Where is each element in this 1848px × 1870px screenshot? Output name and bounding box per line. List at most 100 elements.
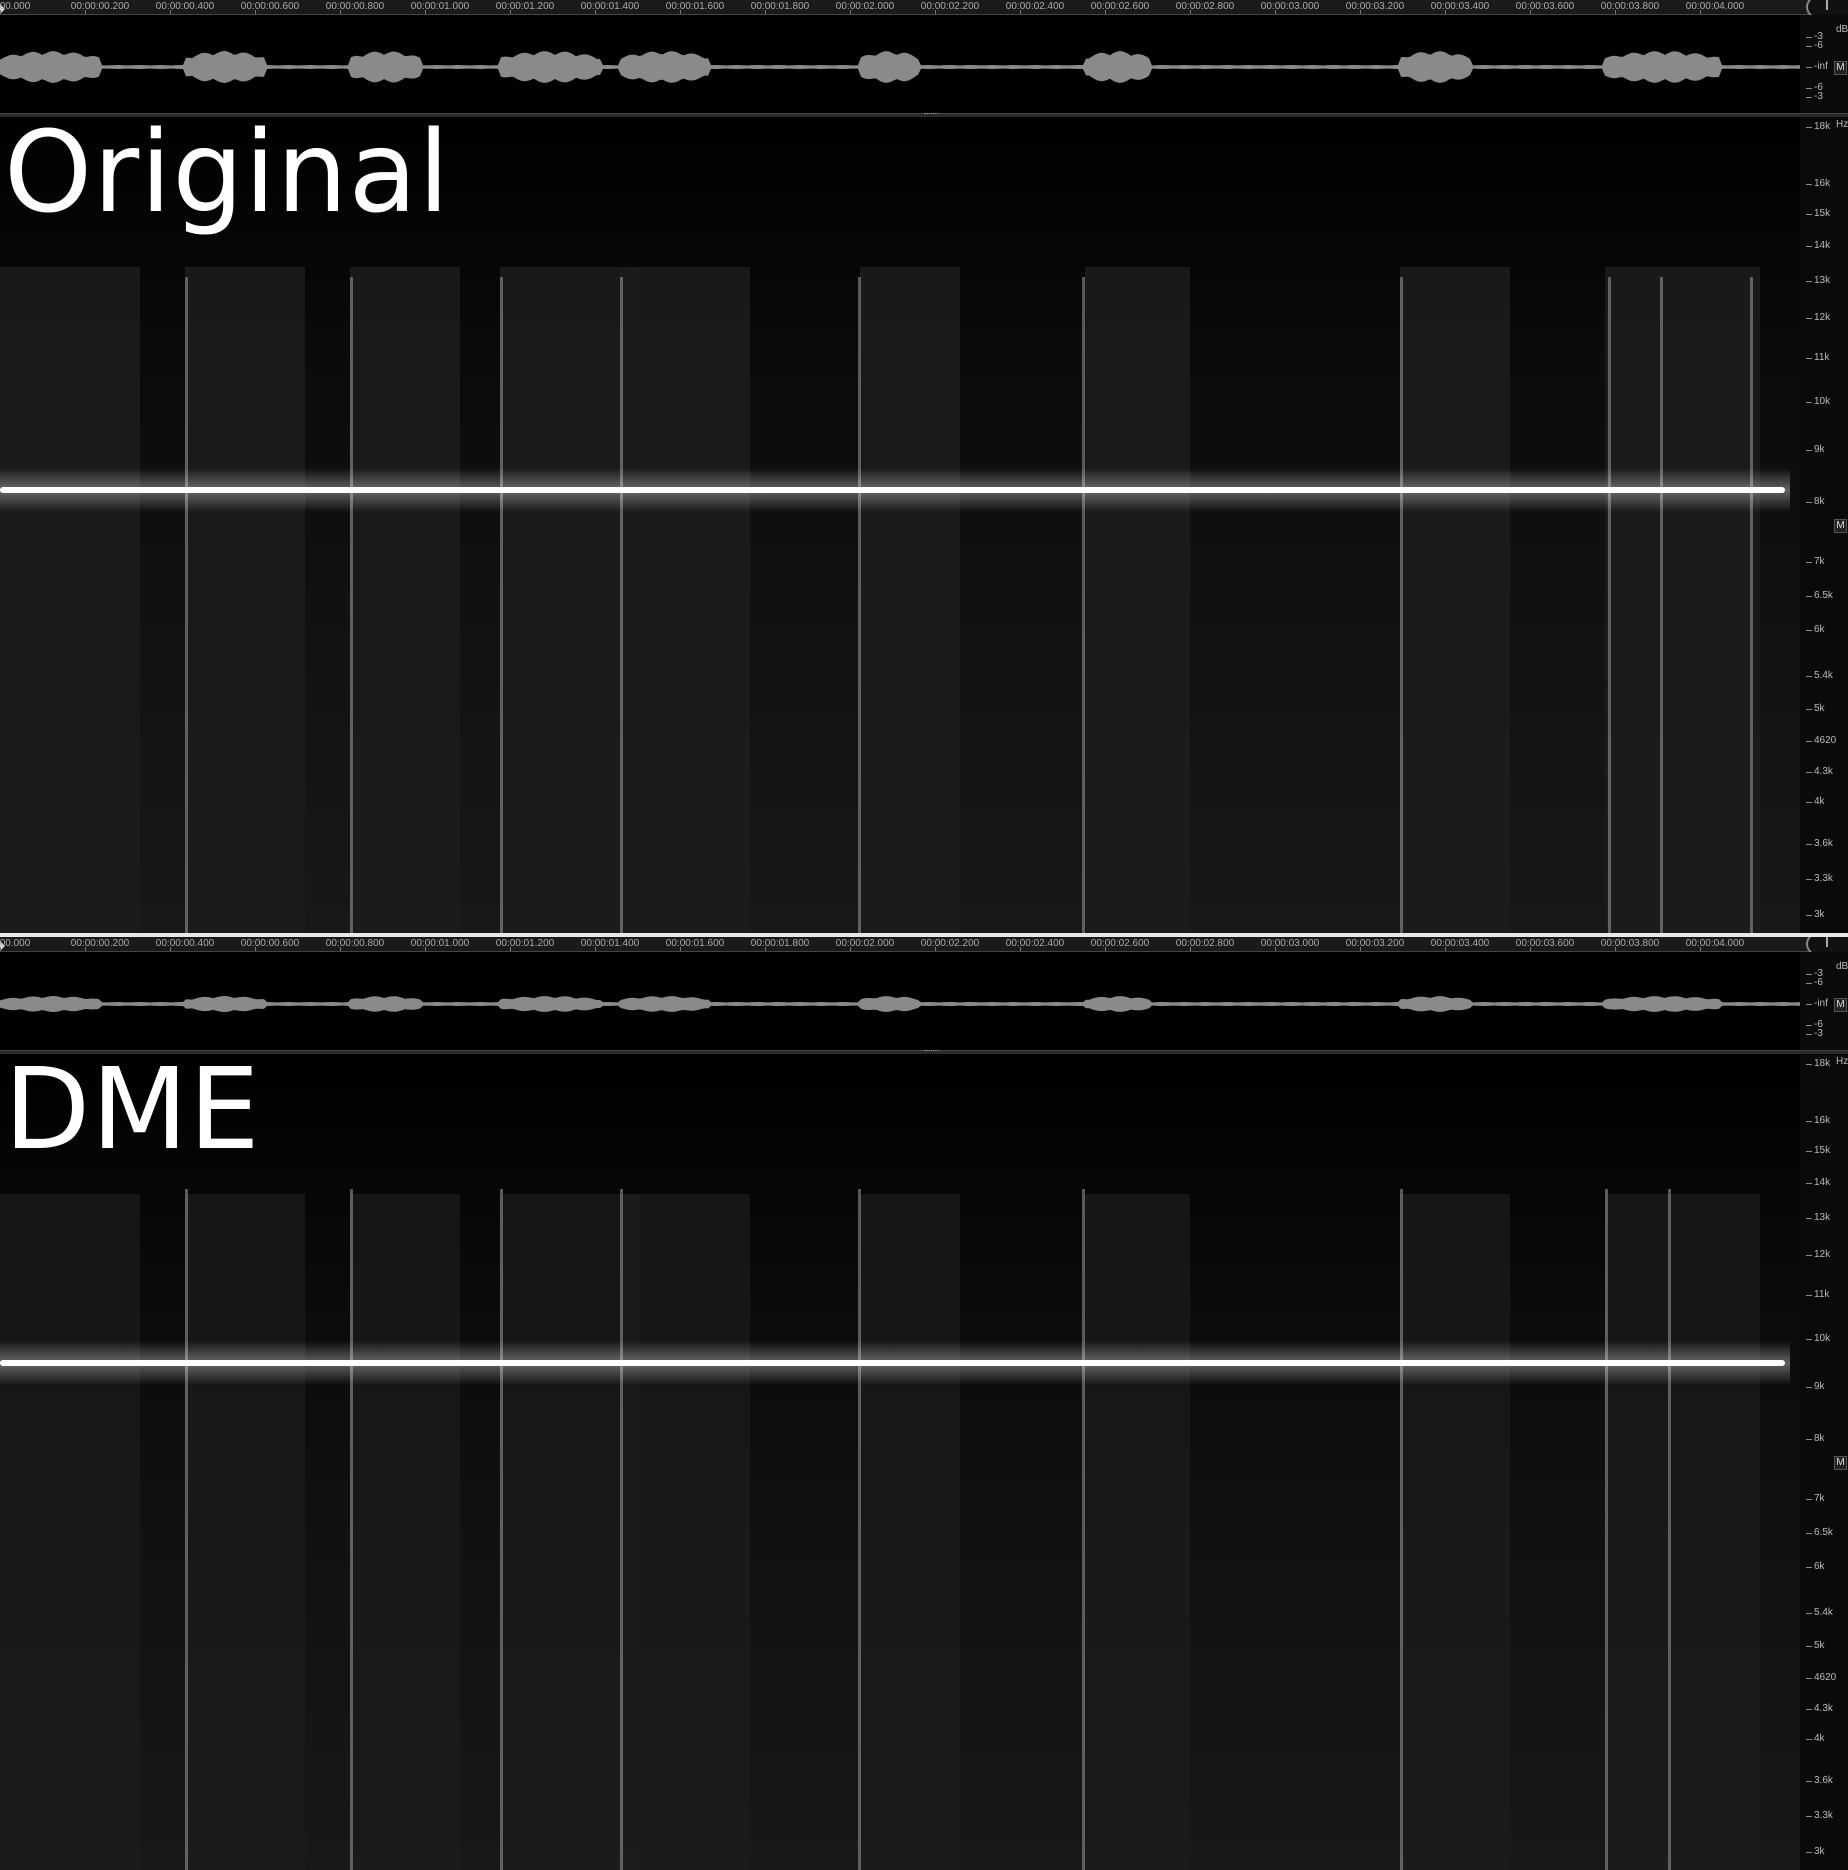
freq-tick xyxy=(1806,1064,1812,1065)
transient-line xyxy=(1082,1189,1085,1870)
time-tick-label: 00:00:03.800 xyxy=(1600,1,1660,12)
freq-tick-label: 4.3k xyxy=(1814,766,1833,777)
time-tick-mark xyxy=(255,947,256,951)
freq-tick-label: 3.6k xyxy=(1814,838,1833,849)
time-tick-label: 00:00:03.000 xyxy=(1260,938,1320,949)
transient-line xyxy=(1750,277,1753,933)
frequency-scale: Hz 18k 16k 15k 14k 13k 12k 11k 10k 9k 8k 7k 6.5k 6k 5.… xyxy=(1800,117,1848,933)
waveform-graphic xyxy=(0,51,1800,83)
time-tick-mark xyxy=(850,10,851,14)
time-tick-label: 00:00:03.600 xyxy=(1515,1,1575,12)
freq-tick xyxy=(1806,676,1812,677)
time-tick-mark xyxy=(850,947,851,951)
time-tick-mark xyxy=(510,10,511,14)
time-tick-label: 00:00:03.400 xyxy=(1430,938,1490,949)
time-tick-label: 00:00:02.000 xyxy=(835,938,895,949)
freq-tick xyxy=(1806,1339,1812,1340)
time-tick-mark xyxy=(170,10,171,14)
freq-tick xyxy=(1806,1739,1812,1740)
db-tick-label: -3 xyxy=(1814,1028,1823,1039)
time-tick-label: 00:00:00.400 xyxy=(155,938,215,949)
time-tick-label: 00.000 xyxy=(0,1,31,12)
transient-line xyxy=(500,1189,503,1870)
time-tick-label: 00:00:02.600 xyxy=(1090,1,1150,12)
channel-mono-badge[interactable]: M xyxy=(1834,519,1847,533)
freq-tick xyxy=(1806,184,1812,185)
time-tick-label: 00:00:01.400 xyxy=(580,1,640,12)
time-tick-mark xyxy=(170,947,171,951)
noise-segment xyxy=(860,1194,960,1870)
time-ruler[interactable]: 00.000 00:00:00.200 00:00:00.400 00:00:00.6… xyxy=(0,937,1848,959)
db-tick xyxy=(1806,37,1812,38)
transient-line xyxy=(1400,277,1403,933)
freq-tick-label: 5k xyxy=(1814,703,1825,714)
db-unit-label: dB xyxy=(1836,961,1848,972)
freq-tick-label: 16k xyxy=(1814,178,1831,189)
time-tick-label: 00:00:00.800 xyxy=(325,938,385,949)
freq-tick xyxy=(1806,802,1812,803)
time-tick-mark xyxy=(85,947,86,951)
time-tick-mark xyxy=(1615,947,1616,951)
freq-tick xyxy=(1806,741,1812,742)
hz-unit-label: Hz xyxy=(1836,119,1848,130)
db-tick-label: -inf xyxy=(1814,61,1828,72)
time-tick-label: 00:00:02.800 xyxy=(1175,1,1235,12)
freq-tick xyxy=(1806,502,1812,503)
time-tick-label: 00:00:01.600 xyxy=(665,1,725,12)
freq-tick xyxy=(1806,709,1812,710)
time-tick-mark xyxy=(1020,10,1021,14)
freq-tick xyxy=(1806,596,1812,597)
freq-tick-label: 13k xyxy=(1814,1212,1831,1223)
editor-panel-original: 00.000 00:00:00.200 00:00:00.400 00:00:00.6… xyxy=(0,0,1848,933)
time-tick-mark xyxy=(510,947,511,951)
db-tick xyxy=(1806,88,1812,89)
freq-tick xyxy=(1806,1533,1812,1534)
time-tick-label: 00:00:02.400 xyxy=(1005,938,1065,949)
db-tick xyxy=(1806,983,1812,984)
panel-title: Original xyxy=(4,117,451,238)
channel-mono-badge[interactable]: M xyxy=(1834,61,1847,75)
panel-title: DME xyxy=(4,1054,261,1175)
time-tick-mark xyxy=(0,947,1,951)
channel-mono-badge[interactable]: M xyxy=(1834,998,1847,1012)
db-tick xyxy=(1806,974,1812,975)
time-tick-label: 00:00:01.000 xyxy=(410,938,470,949)
noise-segment xyxy=(500,1194,640,1870)
spectrogram-view[interactable]: Original xyxy=(0,117,1800,933)
time-tick-mark xyxy=(765,10,766,14)
freq-tick xyxy=(1806,1852,1812,1853)
db-unit-label: dB xyxy=(1836,24,1848,35)
freq-tick xyxy=(1806,1646,1812,1647)
time-tick-mark xyxy=(1105,10,1106,14)
freq-tick xyxy=(1806,772,1812,773)
noise-segment xyxy=(1400,1194,1510,1870)
time-tick-mark xyxy=(0,10,1,14)
time-ruler[interactable]: 00.000 00:00:00.200 00:00:00.400 00:00:00.6… xyxy=(0,0,1848,22)
time-tick-mark xyxy=(595,10,596,14)
freq-tick-label: 14k xyxy=(1814,240,1831,251)
freq-tick xyxy=(1806,1613,1812,1614)
time-tick-mark xyxy=(935,10,936,14)
freq-tick-label: 11k xyxy=(1814,1289,1830,1300)
spectrogram-view[interactable]: DME xyxy=(0,1054,1800,1870)
freq-tick-label: 4k xyxy=(1814,796,1825,807)
tone-line xyxy=(0,1360,1785,1366)
waveform-view[interactable] xyxy=(0,952,1800,1050)
waveform-view[interactable] xyxy=(0,15,1800,113)
freq-tick-label: 13k xyxy=(1814,275,1831,286)
time-tick-mark xyxy=(1445,947,1446,951)
freq-tick-label: 3.6k xyxy=(1814,1775,1833,1786)
noise-segment xyxy=(620,1194,750,1870)
db-tick xyxy=(1806,1025,1812,1026)
channel-mono-badge[interactable]: M xyxy=(1834,1456,1847,1470)
time-tick-label: 00:00:04.000 xyxy=(1685,1,1745,12)
transient-line xyxy=(858,1189,861,1870)
freq-tick xyxy=(1806,281,1812,282)
time-tick-label: 00:00:01.800 xyxy=(750,938,810,949)
time-tick-label: 00:00:01.800 xyxy=(750,1,810,12)
freq-tick-label: 16k xyxy=(1814,1115,1831,1126)
time-tick-label: 00:00:02.400 xyxy=(1005,1,1065,12)
time-tick-label: 00:00:00.600 xyxy=(240,1,300,12)
freq-tick-label: 4620 xyxy=(1814,1672,1837,1683)
freq-tick xyxy=(1806,1781,1812,1782)
